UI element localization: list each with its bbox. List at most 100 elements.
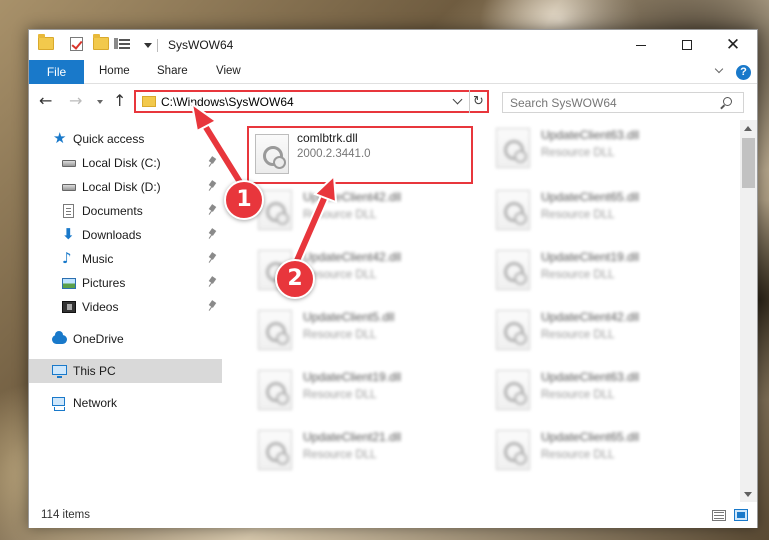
customize-toolbar-arrow-icon[interactable] bbox=[144, 43, 152, 48]
tab-view[interactable]: View bbox=[216, 65, 241, 77]
minimize-icon bbox=[636, 44, 646, 46]
up-arrow-icon[interactable]: ↑ bbox=[113, 93, 126, 109]
pin-icon[interactable] bbox=[209, 277, 216, 288]
recent-locations-dropdown-icon[interactable] bbox=[97, 100, 103, 104]
scrollbar-thumb[interactable] bbox=[742, 138, 755, 188]
sidebar-item-label: Videos bbox=[82, 300, 119, 314]
new-folder-icon[interactable] bbox=[93, 34, 109, 50]
address-dropdown-chevron-icon[interactable] bbox=[452, 94, 463, 105]
step-2-badge: 2 bbox=[275, 259, 315, 299]
toolbar-separator bbox=[157, 39, 158, 52]
close-button[interactable]: ✕ bbox=[710, 30, 756, 60]
list-item[interactable]: UpdateClient19.dll Resource DLL bbox=[246, 362, 476, 416]
tiles-view-icon[interactable] bbox=[734, 509, 748, 521]
sidebar-item-network[interactable]: Network bbox=[29, 391, 222, 415]
sidebar-item-this-pc[interactable]: This PC bbox=[29, 359, 222, 383]
pin-icon[interactable] bbox=[209, 181, 216, 192]
minimize-button[interactable] bbox=[618, 30, 664, 60]
address-bar[interactable]: C:\Windows\SysWOW64 ↻ bbox=[134, 90, 489, 113]
details-view-icon[interactable] bbox=[712, 510, 726, 521]
tab-home[interactable]: Home bbox=[99, 65, 130, 77]
maximize-button[interactable] bbox=[664, 30, 710, 60]
sidebar-item-label: Quick access bbox=[73, 132, 145, 146]
drive-icon bbox=[62, 160, 76, 167]
file-name: UpdateClient65.dll bbox=[541, 430, 640, 444]
sidebar-item-local-disk-c[interactable]: Local Disk (C:) bbox=[29, 151, 222, 175]
file-type: Resource DLL bbox=[541, 209, 615, 221]
sidebar-item-label: Music bbox=[82, 252, 114, 266]
search-placeholder[interactable]: Search SysWOW64 bbox=[510, 96, 617, 110]
pin-icon[interactable] bbox=[209, 301, 216, 312]
properties-check-icon[interactable] bbox=[70, 37, 83, 51]
list-item[interactable]: UpdateClient65.dll Resource DLL bbox=[484, 182, 714, 236]
search-icon[interactable] bbox=[723, 97, 732, 106]
file-type: Resource DLL bbox=[541, 329, 615, 341]
forward-arrow-icon[interactable]: → bbox=[69, 93, 82, 109]
computer-icon bbox=[52, 365, 67, 378]
pin-icon[interactable] bbox=[209, 157, 216, 168]
tab-share[interactable]: Share bbox=[157, 65, 188, 77]
dll-file-icon bbox=[496, 128, 530, 168]
help-icon[interactable]: ? bbox=[736, 65, 751, 80]
file-name: UpdateClient5.dll bbox=[303, 310, 395, 324]
expand-ribbon-chevron-icon[interactable] bbox=[714, 66, 724, 76]
file-name: UpdateClient19.dll bbox=[303, 370, 402, 384]
file-name: UpdateClient42.dll bbox=[303, 250, 402, 264]
file-name: UpdateClient42.dll bbox=[303, 190, 402, 204]
refresh-icon[interactable]: ↻ bbox=[469, 90, 487, 113]
list-item[interactable]: UpdateClient42.dll Resource DLL bbox=[246, 182, 476, 236]
documents-icon bbox=[63, 204, 74, 218]
back-arrow-icon[interactable]: ← bbox=[39, 93, 52, 109]
file-type: Resource DLL bbox=[303, 449, 377, 461]
dll-file-icon bbox=[258, 430, 292, 470]
file-type: Resource DLL bbox=[541, 449, 615, 461]
dll-file-icon bbox=[496, 430, 530, 470]
sidebar-item-pictures[interactable]: Pictures bbox=[29, 271, 222, 295]
navigation-pane: ★ Quick access Local Disk (C:) Local Dis… bbox=[29, 120, 222, 496]
sidebar-item-local-disk-d[interactable]: Local Disk (D:) bbox=[29, 175, 222, 199]
highlighted-dll-file[interactable]: comlbtrk.dll 2000.2.3441.0 bbox=[247, 126, 473, 184]
sidebar-item-label: Downloads bbox=[82, 228, 142, 242]
network-icon bbox=[52, 397, 65, 411]
sidebar-item-quick-access[interactable]: ★ Quick access bbox=[29, 127, 222, 151]
list-item[interactable]: UpdateClient42.dll Resource DLL bbox=[484, 302, 714, 356]
quick-access-toolbar-icon[interactable] bbox=[114, 37, 130, 51]
dll-file-icon bbox=[496, 190, 530, 230]
pictures-icon bbox=[62, 278, 76, 289]
pin-icon[interactable] bbox=[209, 229, 216, 240]
file-type: Resource DLL bbox=[303, 329, 377, 341]
sidebar-item-label: Local Disk (D:) bbox=[82, 180, 161, 194]
sidebar-item-label: Documents bbox=[82, 204, 143, 218]
pin-icon[interactable] bbox=[209, 205, 216, 216]
scroll-down-arrow-icon[interactable] bbox=[744, 492, 752, 497]
list-item[interactable]: UpdateClient5.dll Resource DLL bbox=[246, 302, 476, 356]
address-path[interactable]: C:\Windows\SysWOW64 bbox=[161, 95, 294, 109]
sidebar-item-downloads[interactable]: ⬇ Downloads bbox=[29, 223, 222, 247]
file-name: UpdateClient19.dll bbox=[541, 250, 640, 264]
title-bar: SysWOW64 ✕ bbox=[29, 30, 757, 60]
sidebar-item-label: Network bbox=[73, 396, 118, 410]
vertical-scrollbar[interactable] bbox=[740, 120, 757, 502]
music-icon: ♪ bbox=[62, 249, 72, 267]
list-item[interactable]: UpdateClient21.dll Resource DLL bbox=[246, 422, 476, 476]
file-type: Resource DLL bbox=[541, 269, 615, 281]
sidebar-item-music[interactable]: ♪ Music bbox=[29, 247, 222, 271]
pin-icon[interactable] bbox=[209, 253, 216, 264]
close-icon: ✕ bbox=[725, 34, 741, 55]
sidebar-item-videos[interactable]: Videos bbox=[29, 295, 222, 319]
tab-file[interactable]: File bbox=[29, 60, 84, 84]
file-version: 2000.2.3441.0 bbox=[297, 148, 371, 160]
list-item[interactable]: UpdateClient63.dll Resource DLL bbox=[484, 120, 714, 174]
list-item[interactable]: UpdateClient63.dll Resource DLL bbox=[484, 362, 714, 416]
list-item[interactable]: UpdateClient65.dll Resource DLL bbox=[484, 422, 714, 476]
file-name: UpdateClient42.dll bbox=[541, 310, 640, 324]
sidebar-item-label: OneDrive bbox=[73, 332, 124, 346]
scroll-up-arrow-icon[interactable] bbox=[744, 126, 752, 131]
file-type: Resource DLL bbox=[541, 147, 615, 159]
status-bar: 114 items bbox=[29, 502, 757, 528]
list-item[interactable]: UpdateClient19.dll Resource DLL bbox=[484, 242, 714, 296]
videos-icon bbox=[62, 301, 76, 313]
sidebar-item-onedrive[interactable]: OneDrive bbox=[29, 327, 222, 351]
search-box[interactable]: Search SysWOW64 bbox=[502, 92, 744, 113]
sidebar-item-documents[interactable]: Documents bbox=[29, 199, 222, 223]
